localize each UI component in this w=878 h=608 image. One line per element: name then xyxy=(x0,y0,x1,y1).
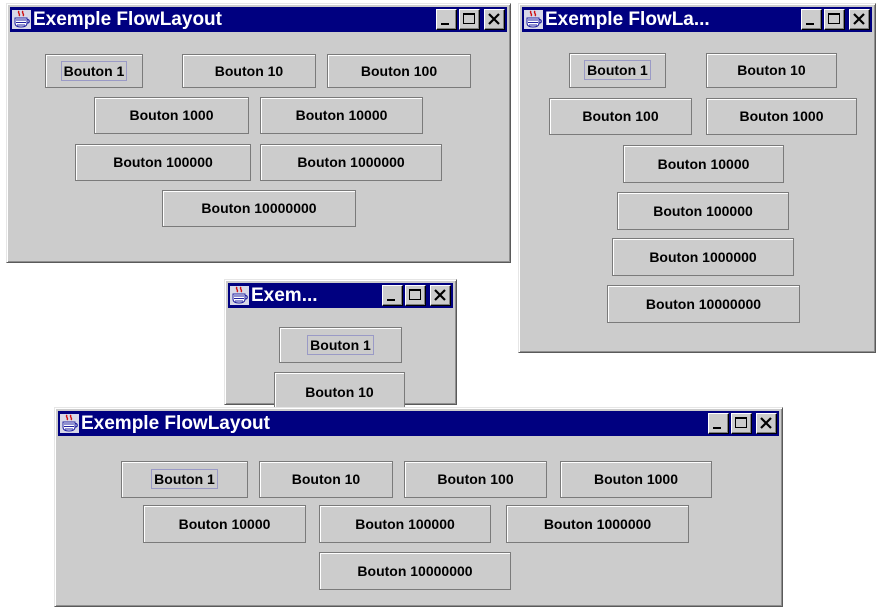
window-title: Exemple FlowLayout xyxy=(33,9,222,30)
bouton-1000[interactable]: Bouton 1000 xyxy=(560,461,712,498)
title-bar[interactable]: Exem... xyxy=(228,283,453,308)
bouton-10[interactable]: Bouton 10 xyxy=(274,372,405,412)
bouton-100[interactable]: Bouton 100 xyxy=(549,98,692,135)
bouton-10000[interactable]: Bouton 10000 xyxy=(143,505,306,543)
flowlayout-content: Bouton 1 Bouton 10 Bouton 100 Bouton 100… xyxy=(519,35,875,352)
maximize-button[interactable] xyxy=(731,413,752,434)
bouton-10000000[interactable]: Bouton 10000000 xyxy=(162,190,356,227)
bouton-100000[interactable]: Bouton 100000 xyxy=(617,192,789,230)
title-bar[interactable]: Exemple FlowLa... xyxy=(522,7,872,32)
bouton-1000000[interactable]: Bouton 1000000 xyxy=(506,505,689,543)
bouton-100[interactable]: Bouton 100 xyxy=(327,54,471,88)
maximize-button[interactable] xyxy=(824,9,845,30)
bouton-10[interactable]: Bouton 10 xyxy=(182,54,316,88)
bouton-10000[interactable]: Bouton 10000 xyxy=(260,97,423,134)
title-bar[interactable]: Exemple FlowLayout xyxy=(10,7,507,32)
window-flowlayout-tiny: Exem... Bouton 1 Bouton 10 xyxy=(224,279,457,412)
maximize-button[interactable] xyxy=(459,9,480,30)
minimize-button[interactable] xyxy=(801,9,822,30)
bouton-1[interactable]: Bouton 1 xyxy=(279,327,402,363)
minimize-button[interactable] xyxy=(708,413,729,434)
window-title: Exem... xyxy=(251,285,318,306)
bouton-10[interactable]: Bouton 10 xyxy=(259,461,393,498)
title-bar[interactable]: Exemple FlowLayout xyxy=(58,411,779,436)
bouton-10000000[interactable]: Bouton 10000000 xyxy=(319,552,511,590)
bouton-10000[interactable]: Bouton 10000 xyxy=(623,145,784,183)
java-coffee-cup-icon[interactable] xyxy=(60,414,79,433)
bouton-1[interactable]: Bouton 1 xyxy=(569,53,666,88)
java-coffee-cup-icon[interactable] xyxy=(524,10,543,29)
java-coffee-cup-icon[interactable] xyxy=(230,286,249,305)
bouton-1[interactable]: Bouton 1 xyxy=(45,54,143,88)
bouton-10[interactable]: Bouton 10 xyxy=(706,53,837,88)
flowlayout-content: Bouton 1 Bouton 10 xyxy=(225,311,456,412)
window-flowlayout-wide-bottom: Exemple FlowLayout Bouton 1 Bouton 10 Bo… xyxy=(54,407,783,607)
minimize-button[interactable] xyxy=(436,9,457,30)
flowlayout-content: Bouton 1 Bouton 10 Bouton 100 Bouton 100… xyxy=(55,439,782,606)
window-flowlayout-narrow: Exemple FlowLa... Bouton 1 Bouton 10 Bou… xyxy=(518,3,876,353)
close-button[interactable] xyxy=(756,413,777,434)
bouton-100000[interactable]: Bouton 100000 xyxy=(319,505,491,543)
bouton-1000[interactable]: Bouton 1000 xyxy=(94,97,249,134)
bouton-100[interactable]: Bouton 100 xyxy=(404,461,547,498)
window-title: Exemple FlowLa... xyxy=(545,9,710,30)
bouton-1000[interactable]: Bouton 1000 xyxy=(706,98,857,135)
bouton-10000000[interactable]: Bouton 10000000 xyxy=(607,285,800,323)
minimize-button[interactable] xyxy=(382,285,403,306)
bouton-1000000[interactable]: Bouton 1000000 xyxy=(612,238,794,276)
window-title: Exemple FlowLayout xyxy=(81,413,270,434)
bouton-1[interactable]: Bouton 1 xyxy=(121,461,248,498)
close-button[interactable] xyxy=(484,9,505,30)
java-coffee-cup-icon[interactable] xyxy=(12,10,31,29)
maximize-button[interactable] xyxy=(405,285,426,306)
window-flowlayout-wide-top: Exemple FlowLayout Bouton 1 Bouton 10 Bo… xyxy=(6,3,511,263)
bouton-100000[interactable]: Bouton 100000 xyxy=(75,144,251,181)
close-button[interactable] xyxy=(430,285,451,306)
close-button[interactable] xyxy=(849,9,870,30)
flowlayout-content: Bouton 1 Bouton 10 Bouton 100 Bouton 100… xyxy=(7,35,510,262)
bouton-1000000[interactable]: Bouton 1000000 xyxy=(260,144,442,181)
